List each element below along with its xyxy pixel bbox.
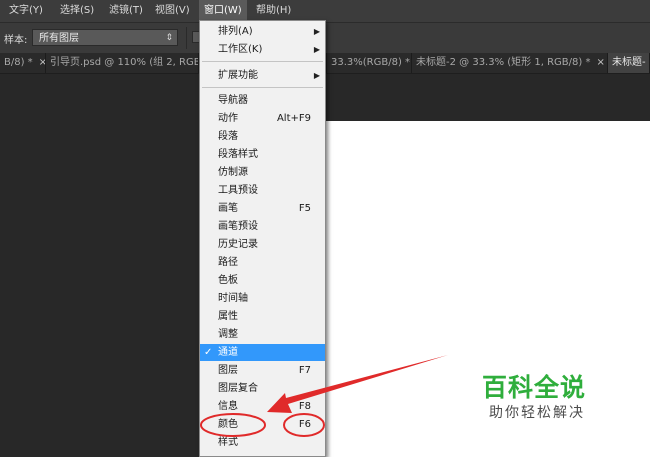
- menu-item-layer-comps[interactable]: 图层复合: [200, 380, 325, 397]
- menu-item-paragraph-styles[interactable]: 段落样式: [200, 146, 325, 163]
- menu-item-label: 属性: [218, 311, 238, 322]
- sample-select-value: 所有图层: [39, 33, 79, 44]
- menu-item-shortcut: F8: [298, 401, 311, 412]
- menu-item-label: 段落: [218, 131, 238, 142]
- checkmark-icon: ✓: [204, 347, 213, 358]
- menu-item-swatches[interactable]: 色板: [200, 272, 325, 289]
- menu-item-color[interactable]: 颜色 F6: [200, 416, 325, 433]
- menu-text[interactable]: 文字(Y): [4, 0, 48, 22]
- menu-item-label: 工作区(K): [218, 44, 263, 55]
- menu-help[interactable]: 帮助(H): [251, 0, 296, 22]
- tab-label: 未标题-: [612, 57, 646, 68]
- menu-item-navigator[interactable]: 导航器: [200, 92, 325, 109]
- menu-item-label: 颜色: [218, 419, 238, 430]
- menu-item-label: 排列(A): [218, 26, 253, 37]
- menu-item-label: 工具预设: [218, 185, 258, 196]
- menu-item-info[interactable]: 信息 F8: [200, 398, 325, 415]
- menu-item-brush-presets[interactable]: 画笔预设: [200, 218, 325, 235]
- menu-bar: 文字(Y) 选择(S) 滤镜(T) 视图(V) 窗口(W) 帮助(H): [0, 0, 650, 22]
- menu-view[interactable]: 视图(V): [150, 0, 195, 22]
- menu-filter[interactable]: 滤镜(T): [104, 0, 148, 22]
- window-menu-dropdown: 排列(A) ▶ 工作区(K) ▶ 扩展功能 ▶ 导航器 动作 Alt+F9 段落…: [199, 20, 326, 457]
- menu-item-label: 时间轴: [218, 293, 248, 304]
- tab-label: B/8) *: [4, 57, 33, 68]
- menu-item-extensions[interactable]: 扩展功能 ▶: [200, 67, 325, 84]
- options-divider: [186, 27, 187, 49]
- tab-document-1[interactable]: B/8) * ×: [0, 53, 46, 73]
- tab-label: 引导页.psd @ 110% (组 2, RGB/: [50, 57, 199, 68]
- sample-select[interactable]: 所有图层 ⇕: [32, 29, 178, 46]
- menu-item-properties[interactable]: 属性: [200, 308, 325, 325]
- menu-item-shortcut: Alt+F9: [276, 113, 311, 124]
- select-arrow-icon: ⇕: [165, 33, 173, 43]
- submenu-arrow-icon: ▶: [313, 27, 320, 36]
- menu-item-tool-presets[interactable]: 工具预设: [200, 182, 325, 199]
- menu-item-shortcut: F7: [298, 365, 311, 376]
- watermark: 百科全说 助你轻松解决: [458, 366, 628, 428]
- menu-item-layers[interactable]: 图层 F7: [200, 362, 325, 379]
- menu-item-shortcut: F5: [298, 203, 311, 214]
- menu-item-label: 色板: [218, 275, 238, 286]
- menu-item-label: 图层: [218, 365, 238, 376]
- menu-item-label: 仿制源: [218, 167, 248, 178]
- menu-item-label: 调整: [218, 329, 238, 340]
- menu-item-label: 信息: [218, 401, 238, 412]
- menu-item-styles[interactable]: 样式: [200, 434, 325, 451]
- tab-label: 未标题-2 @ 33.3% (矩形 1, RGB/8) *: [416, 57, 591, 68]
- menu-window[interactable]: 窗口(W): [199, 0, 247, 22]
- watermark-subtitle: 助你轻松解决: [489, 405, 585, 421]
- menu-item-label: 画笔预设: [218, 221, 258, 232]
- menu-item-timeline[interactable]: 时间轴: [200, 290, 325, 307]
- menu-separator: [202, 61, 323, 62]
- menu-item-label: 段落样式: [218, 149, 258, 160]
- menu-separator: [202, 87, 323, 88]
- tab-document-4[interactable]: 未标题-2 @ 33.3% (矩形 1, RGB/8) * ×: [412, 53, 608, 73]
- menu-item-label: 历史记录: [218, 239, 258, 250]
- menu-item-paragraph[interactable]: 段落: [200, 128, 325, 145]
- submenu-arrow-icon: ▶: [313, 45, 320, 54]
- tab-document-2[interactable]: 引导页.psd @ 110% (组 2, RGB/: [46, 53, 199, 73]
- menu-item-arrange[interactable]: 排列(A) ▶: [200, 23, 325, 40]
- menu-item-label: 通道: [218, 347, 238, 358]
- tab-document-5[interactable]: 未标题-: [608, 53, 650, 73]
- menu-item-label: 画笔: [218, 203, 238, 214]
- menu-item-label: 路径: [218, 257, 238, 268]
- tab-label: 33.3%(RGB/8) *: [331, 57, 411, 68]
- menu-item-adjustments[interactable]: 调整: [200, 326, 325, 343]
- close-icon[interactable]: ×: [596, 57, 604, 68]
- menu-item-history[interactable]: 历史记录: [200, 236, 325, 253]
- menu-item-label: 扩展功能: [218, 70, 258, 81]
- menu-item-actions[interactable]: 动作 Alt+F9: [200, 110, 325, 127]
- menu-select[interactable]: 选择(S): [55, 0, 99, 22]
- menu-item-label: 图层复合: [218, 383, 258, 394]
- menu-item-clone-source[interactable]: 仿制源: [200, 164, 325, 181]
- submenu-arrow-icon: ▶: [313, 71, 320, 80]
- watermark-title: 百科全说: [482, 373, 587, 402]
- menu-item-channels[interactable]: ✓ 通道: [200, 344, 325, 361]
- menu-item-label: 导航器: [218, 95, 248, 106]
- close-icon[interactable]: ×: [39, 57, 45, 68]
- menu-item-label: 动作: [218, 113, 238, 124]
- tab-document-3[interactable]: 33.3%(RGB/8) *×: [326, 53, 412, 73]
- menu-item-label: 样式: [218, 437, 238, 448]
- menu-item-shortcut: F6: [298, 419, 311, 430]
- menu-item-workspace[interactable]: 工作区(K) ▶: [200, 41, 325, 58]
- sample-label: 样本:: [4, 35, 28, 46]
- menu-item-brush[interactable]: 画笔 F5: [200, 200, 325, 217]
- menu-item-paths[interactable]: 路径: [200, 254, 325, 271]
